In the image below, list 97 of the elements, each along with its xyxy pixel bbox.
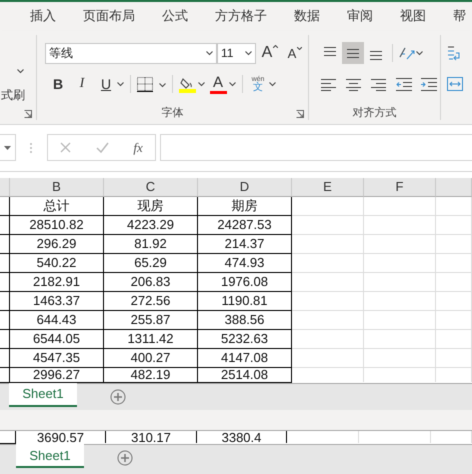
insert-function-button[interactable]: fx — [133, 140, 143, 156]
merge-cells-icon[interactable] — [447, 77, 463, 92]
caret-icon — [117, 82, 124, 87]
bold-button[interactable]: B — [49, 73, 67, 96]
font-color-button[interactable]: A — [209, 73, 227, 96]
table-cell: 540.22 — [10, 254, 104, 273]
table-cell: 272.56 — [104, 292, 198, 311]
align-center-icon — [346, 77, 362, 92]
table-cell[interactable] — [0, 292, 10, 311]
table-cell: 现房 — [104, 196, 198, 216]
caret-icon — [198, 82, 205, 87]
column-header[interactable]: F — [364, 178, 436, 197]
table-cell[interactable] — [0, 348, 10, 368]
decrease-indent-icon[interactable] — [396, 77, 412, 92]
ribbon-tab[interactable]: 方方格子 — [214, 4, 268, 30]
align-right-icon — [371, 77, 387, 92]
column-header[interactable]: D — [198, 178, 292, 197]
enter-check-icon[interactable] — [96, 142, 109, 154]
caret-icon — [206, 50, 213, 56]
table-cell: 4547.35 — [10, 348, 104, 368]
table-cell: 400.27 — [104, 348, 198, 368]
dialog-launcher-icon[interactable] — [24, 110, 32, 118]
table-cell: 1976.08 — [198, 272, 292, 292]
borders-icon[interactable] — [137, 76, 153, 92]
shrink-font-button[interactable]: A — [284, 42, 306, 64]
caret-icon — [269, 82, 276, 87]
table-cell: 474.93 — [198, 254, 292, 273]
fill-color-icon[interactable] — [179, 76, 196, 93]
caret-icon — [17, 68, 24, 74]
table-cell[interactable] — [0, 216, 10, 235]
table-cell: 24287.53 — [198, 216, 292, 235]
table-cell: 296.29 — [10, 234, 104, 254]
table-cell: 1311.42 — [104, 330, 198, 349]
table-cell: 1190.81 — [198, 292, 292, 311]
caret-icon — [159, 83, 166, 88]
caret-icon — [245, 50, 252, 56]
align-left-icon — [321, 77, 337, 92]
font-size-field[interactable]: 11 — [217, 42, 256, 64]
italic-button[interactable]: I — [73, 73, 91, 96]
formula-input[interactable] — [160, 134, 472, 162]
format-painter-label[interactable]: 式刷 — [1, 86, 25, 104]
table-cell: 81.92 — [104, 234, 198, 254]
table-cell: 1463.37 — [10, 292, 104, 311]
column-header[interactable] — [436, 178, 472, 197]
grow-font-button[interactable]: A — [259, 42, 281, 64]
table-cell[interactable] — [0, 196, 10, 216]
add-sheet-icon[interactable] — [117, 450, 133, 466]
increase-indent-icon[interactable] — [421, 77, 437, 92]
column-header[interactable]: E — [292, 178, 364, 197]
sheet-tab[interactable]: Sheet1 — [9, 382, 77, 407]
table-cell: 214.37 — [198, 234, 292, 254]
table-cell: 28510.82 — [10, 216, 104, 235]
caret-up-icon — [273, 45, 278, 48]
text-orientation-icon[interactable] — [398, 45, 415, 62]
ribbon-tab[interactable]: 视图 — [399, 4, 427, 30]
table-cell[interactable] — [0, 254, 10, 273]
ribbon-tab[interactable]: 页面布局 — [82, 4, 136, 30]
table-cell: 255.87 — [104, 310, 198, 330]
table-cell[interactable] — [0, 330, 10, 349]
caret-icon — [416, 50, 423, 56]
name-box[interactable] — [0, 134, 16, 162]
wrap-text-icon[interactable] — [447, 45, 461, 62]
underline-button[interactable]: U — [97, 73, 115, 96]
align-button[interactable] — [342, 42, 364, 64]
ribbon-tab[interactable]: 数据 — [293, 4, 321, 30]
ribbon-tab[interactable]: 审阅 — [346, 4, 374, 30]
table-cell: 总计 — [10, 196, 104, 216]
cancel-icon[interactable] — [60, 142, 72, 154]
table-cell: 4147.08 — [198, 348, 292, 368]
table-cell: 206.83 — [104, 272, 198, 292]
caret-down-icon — [297, 47, 302, 50]
table-cell[interactable] — [0, 234, 10, 254]
table-cell: 6544.05 — [10, 330, 104, 349]
caret-icon — [229, 82, 236, 87]
table-cell: 4223.29 — [104, 216, 198, 235]
font-name-field[interactable]: 等线 — [45, 42, 217, 64]
table-cell: 3380.4 — [197, 431, 287, 444]
table-cell: 5232.63 — [198, 330, 292, 349]
sheet-tab[interactable]: Sheet1 — [16, 444, 84, 468]
add-sheet-icon[interactable] — [110, 388, 126, 405]
column-header[interactable]: C — [104, 178, 198, 197]
ribbon-tab[interactable]: 帮 — [452, 4, 467, 30]
table-cell: 65.29 — [104, 254, 198, 273]
table-cell: 期房 — [198, 196, 292, 216]
column-header[interactable]: B — [10, 178, 104, 197]
dialog-launcher-icon[interactable] — [296, 110, 304, 118]
group-label: 对齐方式 — [352, 106, 398, 120]
ribbon-tab[interactable]: 插入 — [29, 4, 57, 30]
table-cell: 644.43 — [10, 310, 104, 330]
table-cell: 388.56 — [198, 310, 292, 330]
table-cell[interactable] — [0, 310, 10, 330]
ribbon-tab[interactable]: 公式 — [161, 4, 189, 30]
group-label: 字体 — [160, 106, 184, 120]
table-cell: 2182.91 — [10, 272, 104, 292]
table-cell[interactable] — [0, 272, 10, 292]
table-cell: 3690.57 — [16, 431, 106, 444]
table-cell: 310.17 — [106, 431, 197, 444]
